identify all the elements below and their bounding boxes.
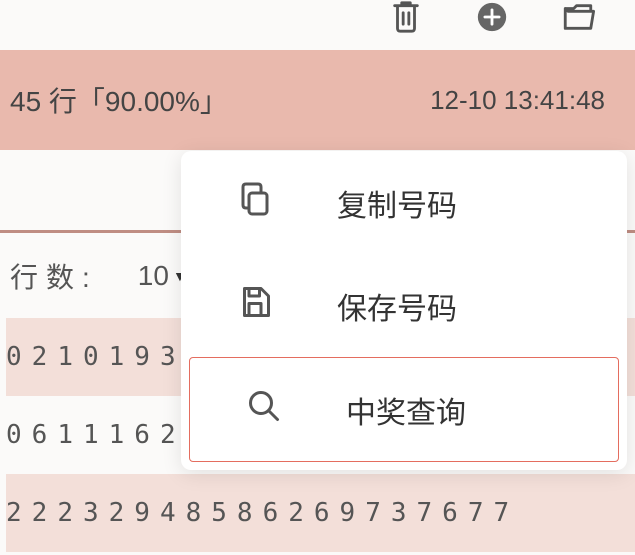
cell: 76	[417, 498, 468, 528]
cell: 62	[263, 498, 314, 528]
cell: 06	[6, 420, 57, 450]
menu-item-label: 复制号码	[337, 181, 457, 225]
cell: 77	[468, 498, 519, 528]
rows-label: 行数:	[10, 256, 98, 296]
menu-item-label: 保存号码	[337, 284, 457, 328]
rows-value: 10	[138, 260, 169, 292]
menu-item-copy[interactable]: 复制号码	[181, 151, 627, 254]
folder-icon[interactable]	[561, 0, 595, 39]
context-menu: 复制号码 保存号码 中奖查询	[181, 151, 627, 470]
cell: 73	[365, 498, 416, 528]
cell: 02	[6, 342, 57, 372]
rows-select[interactable]: 10 ▼	[138, 260, 187, 292]
cell: 69	[314, 498, 365, 528]
number-row: 22 23 29 48 58 62 69 73 76 77	[6, 474, 635, 552]
menu-item-search[interactable]: 中奖查询	[189, 357, 619, 462]
top-toolbar	[0, 0, 635, 50]
copy-icon	[237, 181, 273, 225]
cell: 23	[57, 498, 108, 528]
trash-icon[interactable]	[389, 0, 423, 39]
cell: 48	[160, 498, 211, 528]
cell: 58	[211, 498, 262, 528]
menu-item-save[interactable]: 保存号码	[181, 254, 627, 357]
cell: 11	[57, 420, 108, 450]
cell: 22	[6, 498, 57, 528]
add-circle-icon[interactable]	[475, 0, 509, 39]
status-text: 45 行「90.00%」	[10, 80, 228, 120]
cell: 29	[109, 498, 160, 528]
cell: 16	[109, 420, 160, 450]
cell: 19	[109, 342, 160, 372]
cell: 10	[57, 342, 108, 372]
status-banner: 45 行「90.00%」 12-10 13:41:48	[0, 50, 635, 150]
search-icon	[246, 388, 282, 432]
menu-item-label: 中奖查询	[346, 388, 466, 432]
timestamp: 12-10 13:41:48	[430, 85, 605, 116]
save-icon	[237, 284, 273, 328]
